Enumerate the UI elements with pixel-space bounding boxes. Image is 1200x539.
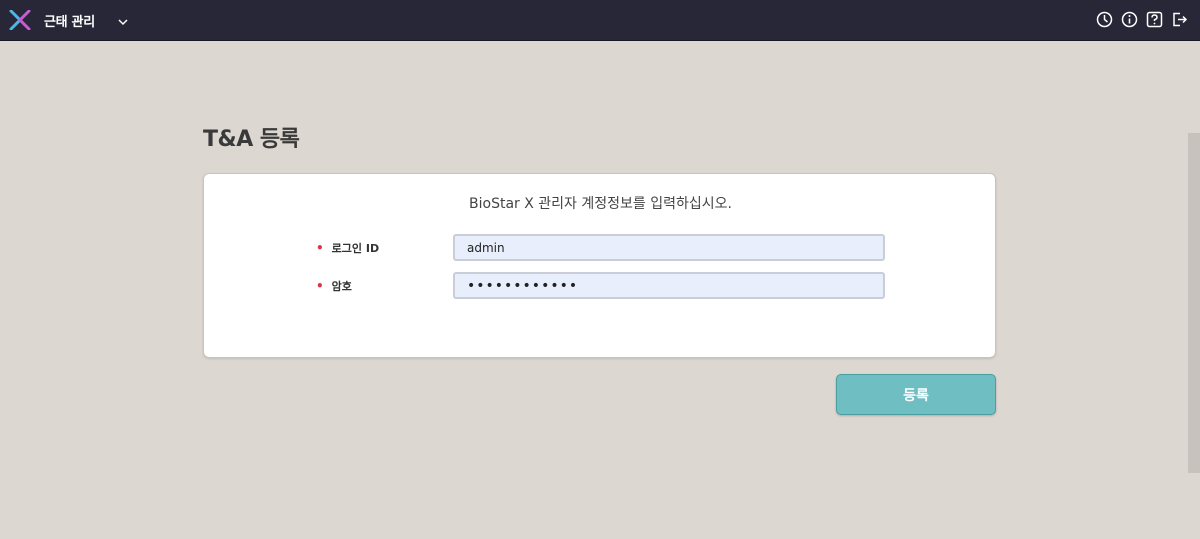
app-logo-icon[interactable] (9, 9, 31, 31)
page-title: T&A 등록 (203, 127, 300, 152)
password-input[interactable] (453, 272, 885, 299)
login-id-label: • 로그인 ID (316, 241, 380, 255)
logout-icon[interactable] (1171, 10, 1188, 29)
chevron-down-icon[interactable] (117, 13, 129, 26)
required-marker: • (316, 241, 324, 255)
top-bar: 근태 관리 (0, 0, 1200, 41)
register-button[interactable]: 등록 (836, 374, 996, 415)
help-icon[interactable] (1146, 10, 1163, 29)
password-label: • 암호 (316, 279, 352, 293)
login-form-card: BioStar X 관리자 계정정보를 입력하십시오. •로그인 ID •암호 (203, 173, 996, 358)
required-marker: • (316, 279, 324, 293)
vertical-scrollbar-thumb[interactable] (1188, 133, 1200, 473)
login-id-input[interactable] (453, 234, 885, 261)
info-icon[interactable] (1121, 10, 1138, 29)
clock-icon[interactable] (1096, 10, 1113, 29)
form-description: BioStar X 관리자 계정정보를 입력하십시오. (469, 196, 732, 212)
app-title[interactable]: 근태 관리 (44, 11, 95, 30)
